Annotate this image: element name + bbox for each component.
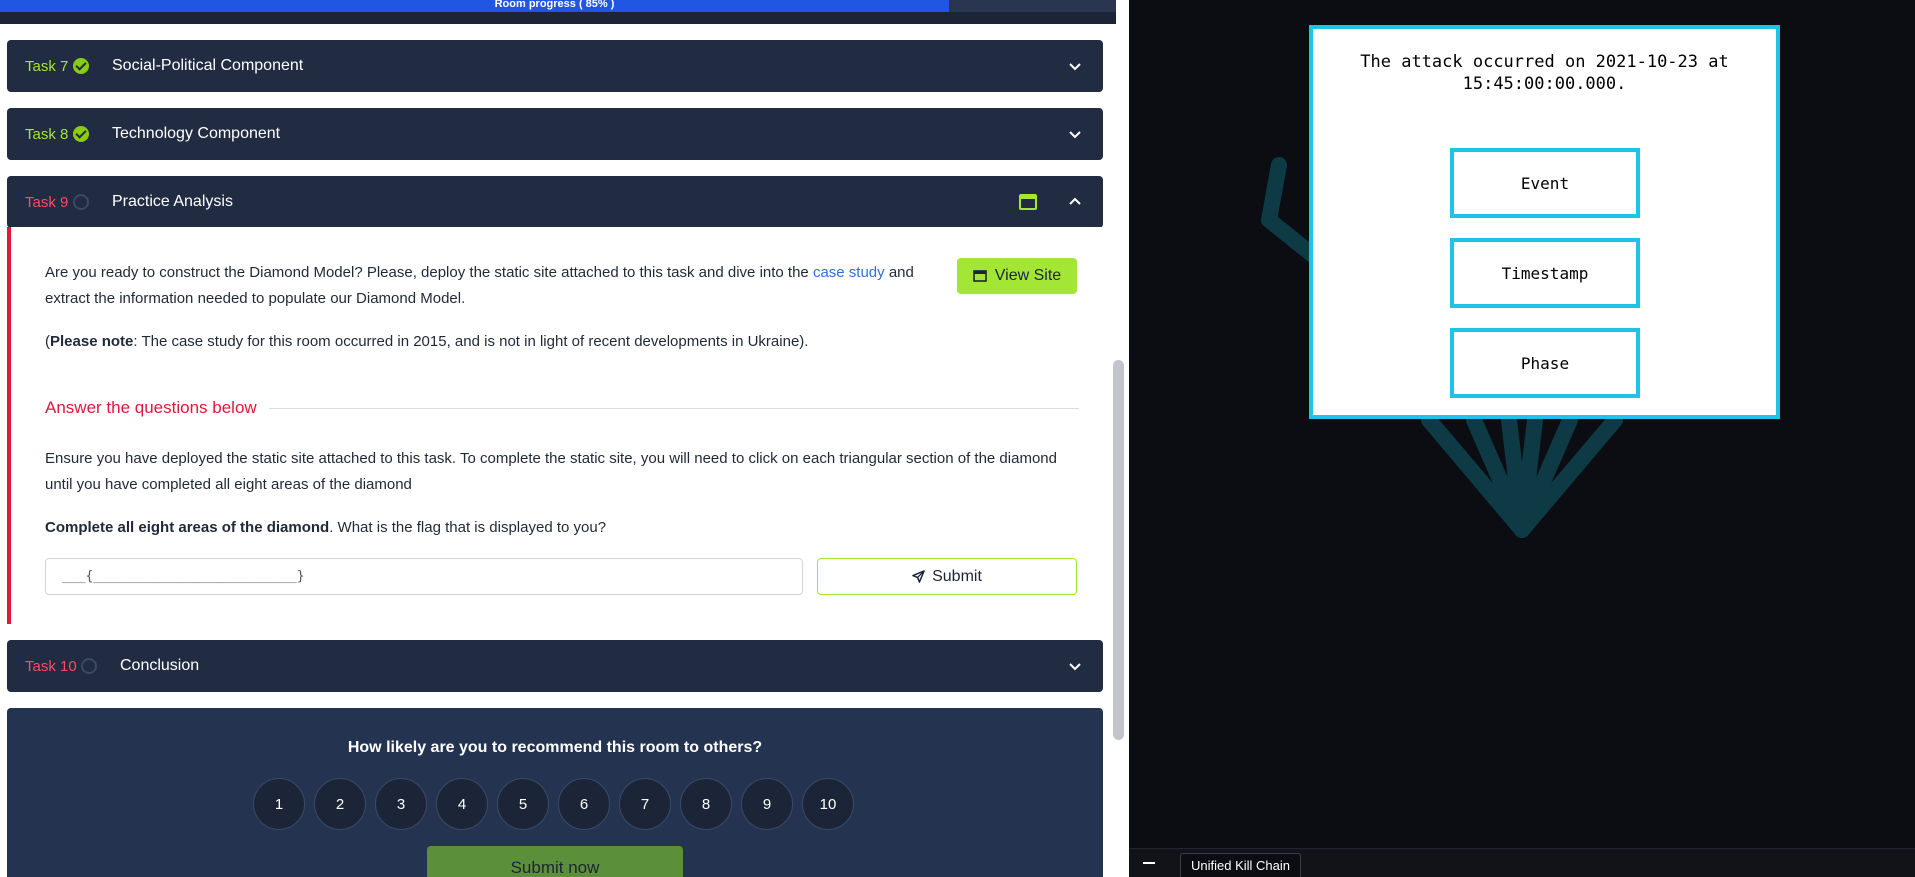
submit-answer-button[interactable]: Submit	[817, 558, 1077, 595]
split-view-taskbar: Unified Kill Chain	[1129, 848, 1915, 877]
question-2-rest: . What is the flag that is displayed to …	[329, 519, 607, 536]
empty-circle-icon	[81, 658, 97, 674]
answer-heading: Answer the questions below	[45, 398, 257, 417]
chevron-down-icon[interactable]	[1055, 46, 1095, 86]
task-7-header[interactable]: Task 7 Social-Political Component	[7, 40, 1103, 92]
task-title: Conclusion	[120, 657, 200, 674]
check-circle-icon	[73, 58, 89, 74]
check-circle-icon	[73, 126, 89, 142]
note-text: (Please note: The case study for this ro…	[45, 329, 808, 355]
event-button[interactable]: Event	[1450, 148, 1640, 218]
intro-text-end: and	[884, 264, 914, 281]
answer-placeholder: ___{__________________________}	[62, 569, 305, 584]
minimize-icon[interactable]	[1143, 862, 1155, 864]
rating-button-1[interactable]: 1	[253, 778, 305, 830]
task-title: Technology Component	[112, 125, 281, 142]
task-title: Practice Analysis	[112, 193, 233, 210]
scrollbar-thumb[interactable]	[1113, 360, 1124, 740]
rating-button-8[interactable]: 8	[680, 778, 732, 830]
chevron-down-icon[interactable]	[1055, 114, 1095, 154]
note-bold: Please note	[50, 333, 134, 350]
info-modal: The attack occurred on 2021-10-23 at 15:…	[1309, 25, 1780, 419]
rating-row: 1 2 3 4 5 6 7 8 9 10	[253, 778, 854, 830]
case-study-link[interactable]: case study	[813, 264, 885, 281]
chevron-up-icon[interactable]	[1055, 182, 1095, 222]
empty-circle-icon	[73, 194, 89, 210]
chevron-down-icon[interactable]	[1055, 646, 1095, 686]
rating-button-2[interactable]: 2	[314, 778, 366, 830]
task-9-body: Are you ready to construct the Diamond M…	[7, 227, 1103, 624]
rating-button-4[interactable]: 4	[436, 778, 488, 830]
task-number: Task 10	[25, 657, 77, 675]
task-8-header[interactable]: Task 8 Technology Component	[7, 108, 1103, 160]
task-9-header[interactable]: Task 9 Practice Analysis	[7, 176, 1103, 228]
question-line-2: until you have completed all eight areas…	[45, 476, 412, 493]
room-content-panel: Room progress ( 85% ) Task 7 Social-Poli…	[0, 0, 1129, 877]
rating-button-3[interactable]: 3	[375, 778, 427, 830]
question-text: Ensure you have deployed the static site…	[45, 446, 1057, 498]
paper-plane-icon	[912, 570, 925, 583]
diamond-center-edge	[1501, 412, 1543, 538]
submit-label: Submit	[932, 567, 982, 585]
question-2-bold: Complete all eight areas of the diamond	[45, 519, 330, 536]
room-progress: Room progress ( 85% )	[0, 0, 1116, 24]
question-2-text: Complete all eight areas of the diamond.…	[45, 515, 606, 541]
task-number: Task 7	[25, 57, 69, 75]
task-intro: Are you ready to construct the Diamond M…	[45, 260, 914, 312]
static-site-panel: The attack occurred on 2021-10-23 at 15:…	[1129, 0, 1915, 877]
site-tab[interactable]: Unified Kill Chain	[1180, 853, 1301, 877]
browser-window-icon	[972, 270, 987, 282]
task-number: Task 9	[25, 193, 69, 211]
timestamp-button[interactable]: Timestamp	[1450, 238, 1640, 308]
view-site-button[interactable]: View Site	[957, 258, 1077, 294]
task-number: Task 8	[25, 125, 69, 143]
task-10-header[interactable]: Task 10 Conclusion	[7, 640, 1103, 692]
divider	[269, 408, 1079, 409]
rating-button-6[interactable]: 6	[558, 778, 610, 830]
question-line-1: Ensure you have deployed the static site…	[45, 450, 1057, 467]
recommend-question: How likely are you to recommend this roo…	[347, 739, 763, 756]
task-title: Social-Political Component	[112, 57, 304, 74]
browser-window-icon[interactable]	[1019, 194, 1037, 210]
phase-button[interactable]: Phase	[1450, 328, 1640, 398]
rating-button-5[interactable]: 5	[497, 778, 549, 830]
rating-button-10[interactable]: 10	[802, 778, 854, 830]
progress-label: Room progress ( 85% )	[494, 0, 615, 10]
intro-line-2: extract the information needed to popula…	[45, 290, 466, 307]
submit-now-button[interactable]: Submit now	[427, 846, 683, 877]
note-rest: : The case study for this room occurred …	[133, 333, 809, 350]
recommend-card: How likely are you to recommend this roo…	[7, 708, 1103, 877]
rating-button-9[interactable]: 9	[741, 778, 793, 830]
answer-input[interactable]: ___{__________________________}	[45, 558, 803, 595]
rating-button-7[interactable]: 7	[619, 778, 671, 830]
modal-message: The attack occurred on 2021-10-23 at 15:…	[1360, 52, 1729, 94]
intro-text: Are you ready to construct the Diamond M…	[45, 264, 813, 281]
view-site-label: View Site	[994, 267, 1062, 284]
